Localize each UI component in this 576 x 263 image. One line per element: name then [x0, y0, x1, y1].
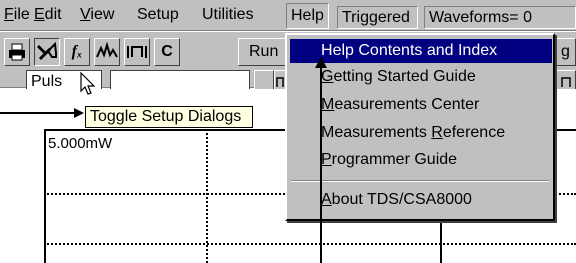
pulse-icon-small — [276, 77, 284, 87]
menu-utilities[interactable]: Utilities — [202, 6, 254, 24]
arrowhead-up-icon — [315, 57, 327, 68]
printer-icon — [9, 43, 25, 61]
menu-edit[interactable]: Edit — [34, 6, 62, 24]
menu-separator — [291, 180, 549, 182]
callout-line-left — [0, 112, 82, 114]
waveform-icon — [96, 41, 118, 58]
pulse-icon-right — [561, 77, 571, 87]
menu-file[interactable]: File — [4, 6, 30, 24]
menu-item-programmer-guide[interactable]: Programmer Guide — [321, 151, 457, 169]
pulse-measure-button[interactable] — [124, 38, 150, 66]
toolbar-fragment-g[interactable]: g — [556, 38, 576, 66]
tools-icon — [37, 41, 57, 61]
menu-item-getting-started[interactable]: Getting Started Guide — [321, 68, 476, 86]
menu-item-help-contents[interactable]: Help Contents and Index — [290, 39, 552, 63]
fx-label: fₓ — [71, 43, 83, 60]
menu-item-measurements-reference[interactable]: Measurements Reference — [321, 124, 505, 142]
toggle-setup-dialogs-button[interactable] — [34, 38, 60, 66]
menu-bar: File Edit View Setup Utilities Help Trig… — [0, 0, 576, 31]
arrowhead-left-icon — [74, 108, 84, 118]
clear-button[interactable]: C — [154, 38, 180, 66]
waveform-button[interactable] — [94, 38, 120, 66]
status-waveforms: Waveforms= 0 — [424, 6, 576, 29]
callout-line-help — [320, 62, 322, 263]
c-label: C — [161, 43, 173, 60]
menu-help[interactable]: Help — [286, 3, 329, 29]
print-button[interactable] — [4, 38, 30, 66]
status-triggered: Triggered — [337, 6, 418, 29]
scale-label: 5.000mW — [48, 135, 113, 152]
grid-line-v1 — [206, 133, 208, 263]
tooltip-toggle-setup-dialogs: Toggle Setup Dialogs — [85, 106, 253, 128]
menu-item-measurements-center[interactable]: Measurements Center — [321, 96, 479, 114]
menu-item-about[interactable]: About TDS/CSA8000 — [321, 191, 472, 209]
menu-view[interactable]: View — [80, 6, 114, 24]
mouse-cursor-icon — [80, 72, 96, 95]
run-button[interactable]: Run — [238, 38, 288, 66]
math-waveform-button[interactable]: fₓ — [64, 38, 90, 66]
pulse-icon — [127, 46, 147, 58]
grid-line-h2 — [44, 243, 576, 245]
menu-setup[interactable]: Setup — [137, 6, 179, 24]
